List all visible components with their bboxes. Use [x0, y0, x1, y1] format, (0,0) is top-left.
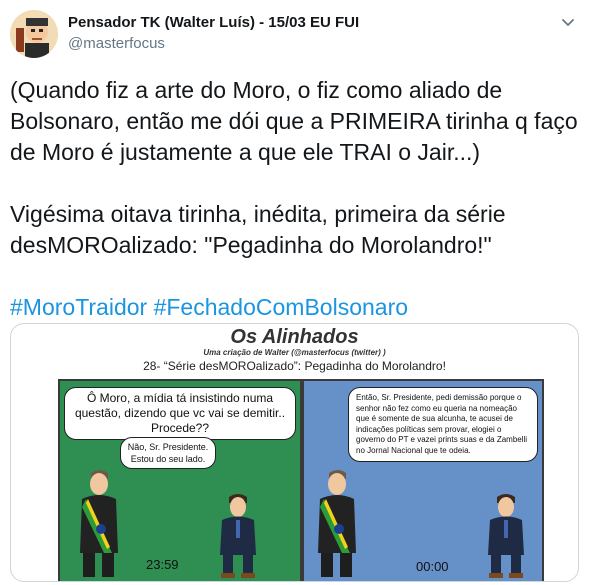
- panel-clock: 00:00: [416, 559, 449, 574]
- bolsonaro-figure-icon: [318, 470, 356, 577]
- author-handle[interactable]: @masterfocus: [68, 35, 165, 52]
- tweet-paragraph-1: (Quando fiz a arte do Moro, o fiz como a…: [10, 77, 578, 165]
- tweet-text: (Quando fiz a arte do Moro, o fiz como a…: [10, 75, 585, 323]
- speech-bubble-bolsonaro: Ô Moro, a mídia tá insistindo numa quest…: [64, 387, 296, 440]
- tweet-media-image[interactable]: Os Alinhados Uma criação de Walter (@mas…: [10, 323, 579, 582]
- speech-bubble-moro-resignation: Então, Sr. Presidente, pedi demissão por…: [348, 387, 538, 462]
- comic-strip-title: 28- “Série desMOROalizado”: Pegadinha do…: [143, 359, 446, 373]
- chevron-down-icon[interactable]: [558, 12, 578, 32]
- tweet-paragraph-2: Vigésima oitava tirinha, inédita, primei…: [10, 201, 506, 258]
- moro-figure-icon: [220, 494, 256, 578]
- hashtags: #MoroTraidor #FechadoComBolsonaro: [10, 292, 585, 323]
- avatar-cartoon-icon: [10, 10, 58, 58]
- avatar[interactable]: [10, 10, 58, 58]
- panel-clock: 23:59: [146, 557, 179, 572]
- hashtag-link[interactable]: #FechadoComBolsonaro: [154, 294, 408, 320]
- author-name[interactable]: Pensador TK (Walter Luís) - 15/03 EU FUI: [68, 14, 359, 31]
- comic-panel-2: Então, Sr. Presidente, pedi demissão por…: [302, 379, 544, 581]
- comic-panel-1: Ô Moro, a mídia tá insistindo numa quest…: [58, 379, 302, 581]
- moro-figure-icon: [488, 494, 524, 578]
- comic-subtitle: Uma criação de Walter (@masterfocus (twi…: [203, 348, 386, 357]
- speech-bubble-moro: Não, Sr. Presidente. Estou do seu lado.: [120, 437, 216, 469]
- hashtag-link[interactable]: #MoroTraidor: [10, 294, 147, 320]
- bolsonaro-figure-icon: [80, 470, 118, 577]
- comic-title: Os Alinhados: [230, 326, 359, 348]
